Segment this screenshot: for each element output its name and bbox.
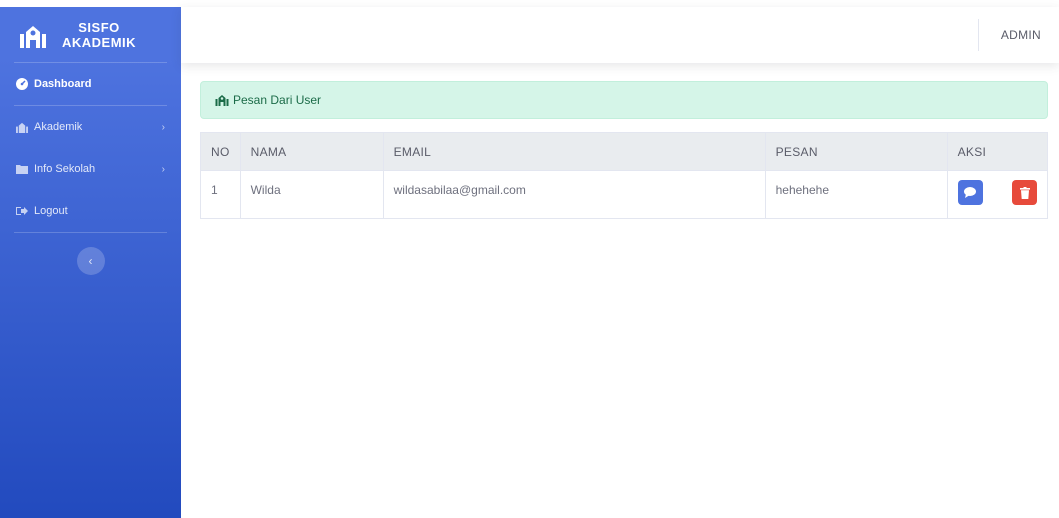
column-header-aksi: AKSI	[946, 132, 1049, 171]
sidebar-item-info-sekolah[interactable]: Info Sekolah ›	[0, 148, 181, 190]
action-buttons	[957, 180, 1037, 205]
sidebar-item-label: Akademik	[34, 121, 83, 133]
chevron-right-icon: ›	[161, 163, 165, 175]
table-row: 1 Wilda wildasabilaa@gmail.com hehehehe	[200, 170, 1049, 219]
user-menu[interactable]: ADMIN	[1001, 28, 1041, 42]
alert-text: Pesan Dari User	[233, 93, 322, 107]
cell-nama: Wilda	[239, 170, 384, 219]
sidebar-toggle-wrap: ‹	[0, 233, 181, 275]
brand-line1: SISFO	[78, 19, 120, 35]
alert-banner: Pesan Dari User	[200, 81, 1048, 119]
chevron-right-icon: ›	[161, 121, 165, 133]
cell-email: wildasabilaa@gmail.com	[382, 170, 766, 219]
cell-no: 1	[200, 170, 241, 219]
reply-button[interactable]	[957, 180, 983, 205]
brand-title: SISFO AKADEMIK	[62, 20, 136, 50]
sidebar-item-label: Info Sekolah	[34, 163, 96, 175]
folder-icon	[16, 163, 28, 175]
sidebar-item-label: Dashboard	[34, 78, 92, 90]
trash-icon	[1019, 186, 1030, 199]
brand-line2: AKADEMIK	[62, 34, 137, 50]
messages-table: NO NAMA EMAIL PESAN AKSI 1 Wilda wildasa…	[200, 132, 1049, 219]
cell-pesan: hehehehe	[764, 170, 948, 219]
delete-button[interactable]	[1012, 180, 1037, 205]
sidebar-item-logout[interactable]: Logout	[0, 190, 181, 232]
table-header-row: NO NAMA EMAIL PESAN AKSI	[200, 132, 1049, 171]
brand[interactable]: SISFO AKADEMIK	[0, 7, 181, 62]
main-content: Pesan Dari User NO NAMA EMAIL PESAN AKSI…	[200, 81, 1049, 219]
comment-icon	[964, 187, 977, 198]
column-header-pesan: PESAN	[764, 132, 948, 171]
column-header-email: EMAIL	[382, 132, 766, 171]
school-icon	[16, 121, 28, 133]
sidebar-toggle-button[interactable]: ‹	[76, 247, 105, 275]
school-icon	[20, 22, 46, 48]
column-header-no: NO	[200, 132, 241, 171]
tachometer-icon	[16, 78, 28, 90]
sidebar-item-akademik[interactable]: Akademik ›	[0, 106, 181, 148]
sign-out-icon	[16, 205, 28, 217]
sidebar-item-label: Logout	[34, 205, 68, 217]
sidebar: SISFO AKADEMIK Dashboard Akademik › Info…	[0, 7, 181, 518]
school-icon	[215, 94, 229, 106]
sidebar-item-dashboard[interactable]: Dashboard	[0, 63, 181, 105]
topbar-divider	[977, 19, 979, 51]
column-header-nama: NAMA	[239, 132, 384, 171]
topbar: ADMIN	[181, 7, 1059, 63]
cell-aksi	[946, 170, 1049, 219]
